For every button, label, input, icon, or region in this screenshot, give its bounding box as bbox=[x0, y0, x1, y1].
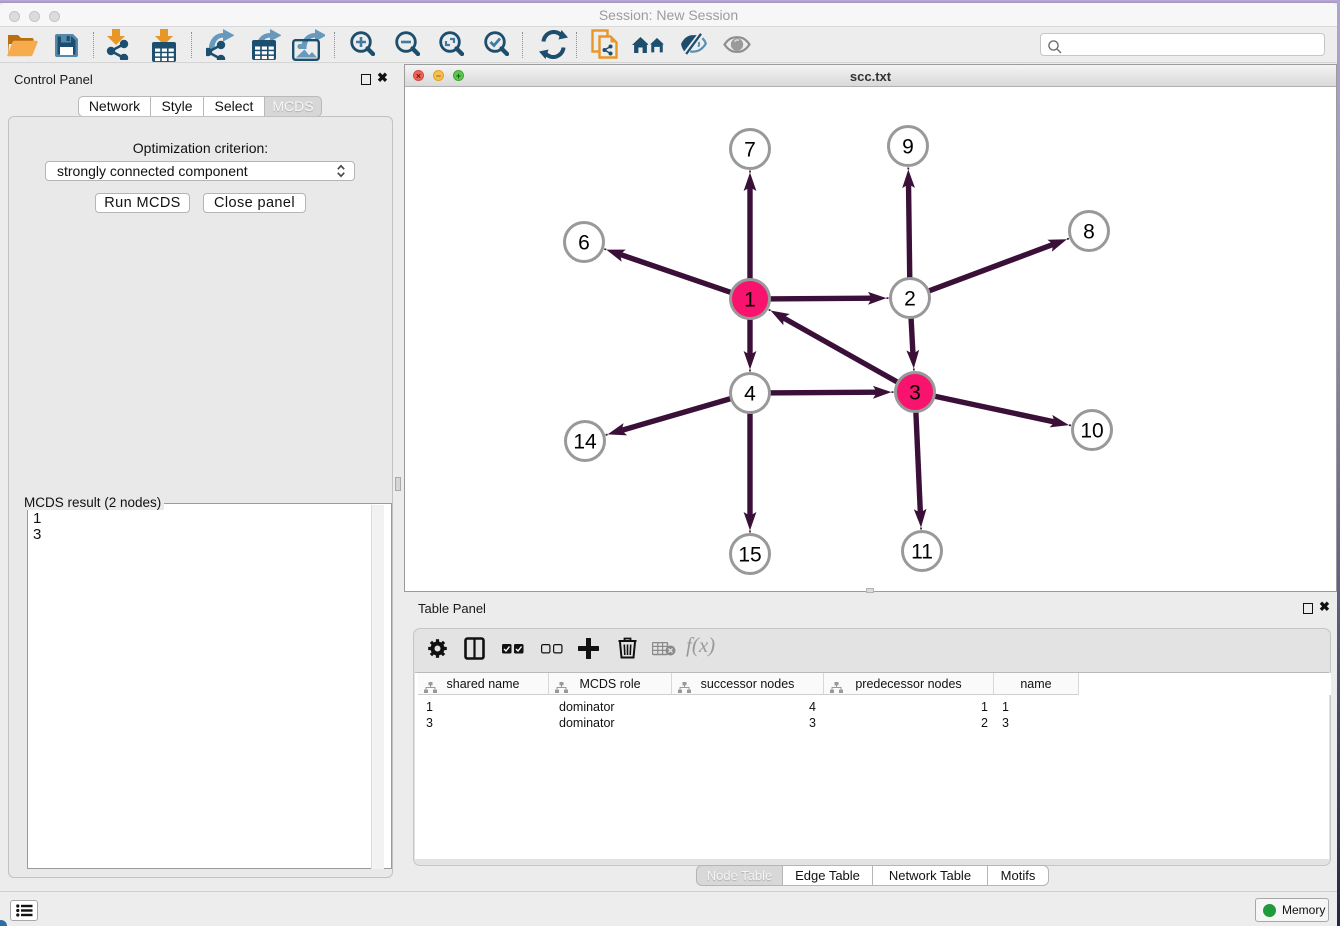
svg-text:8: 8 bbox=[1083, 221, 1095, 244]
svg-text:7: 7 bbox=[744, 139, 756, 162]
svg-text:10: 10 bbox=[1080, 420, 1103, 443]
svg-text:1: 1 bbox=[744, 289, 756, 312]
svg-text:6: 6 bbox=[578, 232, 590, 255]
svg-text:2: 2 bbox=[904, 288, 916, 311]
svg-text:11: 11 bbox=[911, 541, 933, 564]
svg-text:15: 15 bbox=[738, 544, 761, 567]
svg-text:4: 4 bbox=[744, 383, 756, 406]
svg-text:14: 14 bbox=[573, 431, 597, 454]
svg-text:3: 3 bbox=[909, 382, 921, 405]
svg-text:9: 9 bbox=[902, 136, 914, 159]
